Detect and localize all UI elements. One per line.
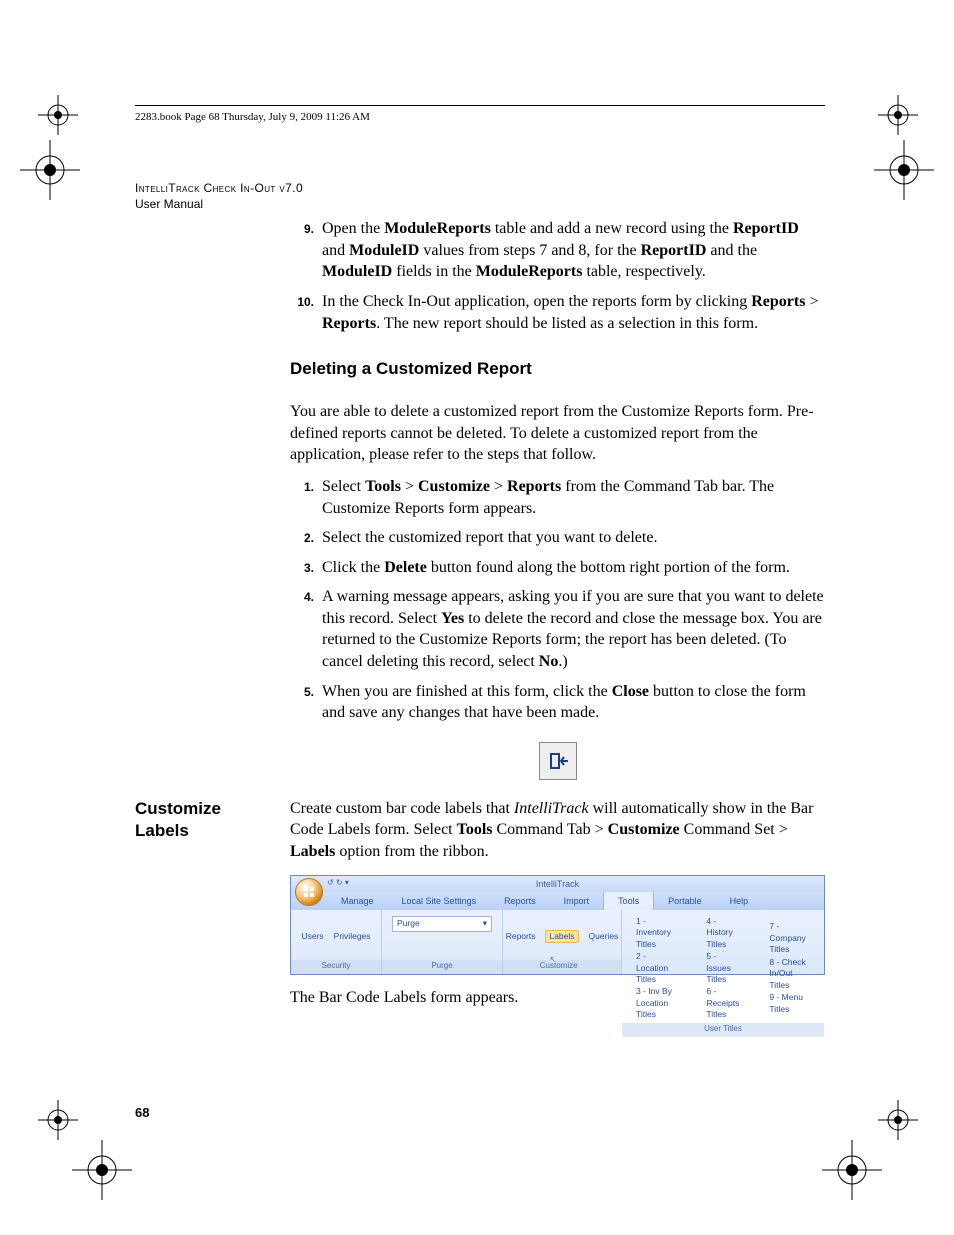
- tab-import: Import: [550, 892, 604, 909]
- back-icon: [539, 742, 577, 780]
- step-number: 9.: [290, 218, 322, 283]
- side-heading-customize-labels: Customize Labels: [135, 798, 275, 842]
- tab-tools: Tools: [603, 891, 654, 909]
- usertitles-item: 3 - Inv By Location Titles: [636, 986, 676, 1020]
- step-number: 10.: [290, 291, 322, 334]
- usertitles-item: 8 - Check In/Out Titles: [769, 957, 806, 991]
- crop-mark-icon: [38, 95, 78, 135]
- btn-privileges: Privileges: [334, 932, 371, 941]
- usertitles-item: 4 - History Titles: [706, 916, 739, 950]
- tab-help: Help: [716, 892, 763, 909]
- tab-local-site-settings: Local Site Settings: [388, 892, 491, 909]
- crop-mark-icon: [822, 1140, 862, 1180]
- tab-reports: Reports: [490, 892, 550, 909]
- chevron-down-icon: ▾: [483, 918, 487, 929]
- customize-labels-para: Create custom bar code labels that Intel…: [290, 798, 825, 863]
- group-purge: Purge: [382, 960, 502, 974]
- group-security: Security: [291, 960, 381, 974]
- delete-step-2: 2. Select the customized report that you…: [290, 527, 825, 549]
- delete-step-4: 4. A warning message appears, asking you…: [290, 586, 825, 672]
- step-9: 9. Open the ModuleReports table and add …: [290, 218, 825, 283]
- usertitles-item: 2 - Location Titles: [636, 951, 676, 985]
- crop-mark-icon: [72, 1140, 112, 1180]
- step-10: 10. In the Check In-Out application, ope…: [290, 291, 825, 334]
- header-rule: [135, 105, 825, 106]
- usertitles-item: 7 - Company Titles: [769, 921, 806, 955]
- usertitles-item: 9 - Menu Titles: [769, 992, 806, 1015]
- delete-step-1: 1. Select Tools > Customize > Reports fr…: [290, 476, 825, 519]
- doc-subtitle: User Manual: [135, 196, 825, 212]
- ribbon-app-title: IntelliTrack: [291, 878, 824, 890]
- crop-mark-icon: [20, 140, 60, 180]
- tab-portable: Portable: [654, 892, 716, 909]
- product-title: IntelliTrack Check In-Out v7.0: [135, 180, 825, 196]
- ribbon-tabs: Manage Local Site Settings Reports Impor…: [291, 892, 824, 910]
- delete-step-3: 3. Click the Delete button found along t…: [290, 557, 825, 579]
- crop-mark-icon: [878, 1100, 918, 1140]
- doc-header: IntelliTrack Check In-Out v7.0 User Manu…: [135, 180, 825, 212]
- btn-users: Users: [301, 932, 323, 941]
- ribbon-screenshot: ↺ ↻ ▾ IntelliTrack Manage Local Site Set…: [290, 875, 825, 975]
- purge-combo: Purge▾: [392, 916, 492, 932]
- delete-step-5: 5. When you are finished at this form, c…: [290, 681, 825, 724]
- crop-mark-icon: [38, 1100, 78, 1140]
- btn-customize-labels: Labels: [545, 930, 578, 943]
- running-header: 2283.book Page 68 Thursday, July 9, 2009…: [135, 110, 825, 125]
- heading-deleting-report: Deleting a Customized Report: [290, 358, 825, 381]
- office-orb-icon: [295, 878, 323, 906]
- usertitles-item: 5 - Issues Titles: [706, 951, 739, 985]
- usertitles-item: 1 - Inventory Titles: [636, 916, 676, 950]
- page-number: 68: [135, 1104, 149, 1122]
- crop-mark-icon: [874, 140, 914, 180]
- group-user-titles: User Titles: [622, 1023, 824, 1037]
- btn-customize-queries: Queries: [589, 932, 619, 941]
- cursor-icon: ↖: [550, 955, 557, 964]
- group-customize: Customize↖: [503, 960, 621, 974]
- tab-manage: Manage: [327, 892, 388, 909]
- crop-mark-icon: [878, 95, 918, 135]
- delete-intro: You are able to delete a customized repo…: [290, 401, 825, 466]
- btn-customize-reports: Reports: [506, 932, 536, 941]
- usertitles-item: 6 - Receipts Titles: [706, 986, 739, 1020]
